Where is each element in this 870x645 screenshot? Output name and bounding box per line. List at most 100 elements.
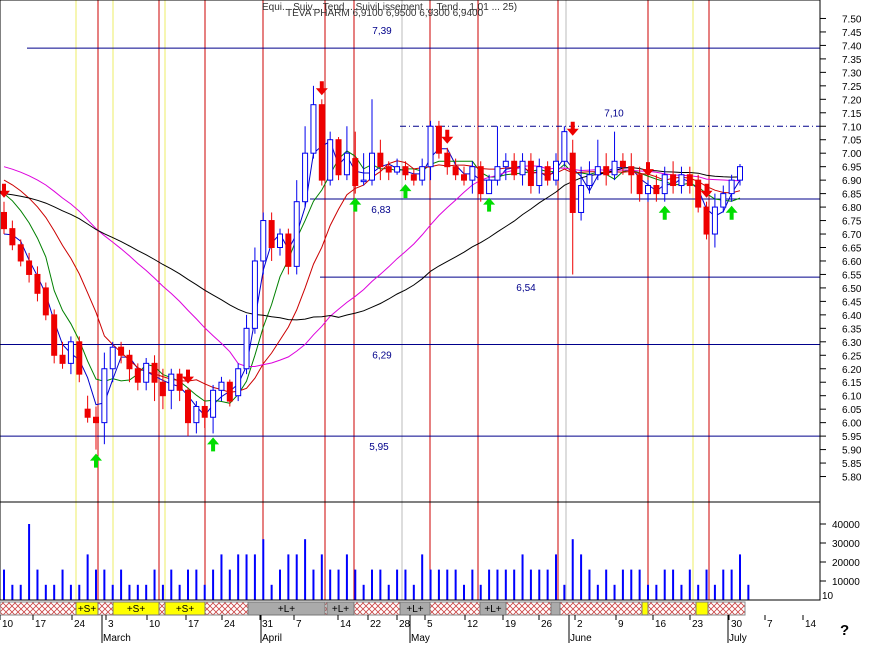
date-tick-label: 14 — [805, 619, 817, 630]
date-tick-label: 5 — [427, 619, 433, 630]
candle — [318, 99, 325, 186]
arrow-up-icon — [399, 184, 412, 199]
volume-bar — [44, 584, 47, 600]
candle-body — [360, 179, 367, 183]
volume-bar — [304, 539, 307, 600]
volume-bar — [672, 569, 675, 600]
date-tick-label: 30 — [731, 619, 743, 630]
volume-tick-label: 40000 — [832, 520, 860, 531]
candle — [519, 153, 526, 186]
candle — [611, 131, 618, 181]
candle — [277, 228, 283, 256]
candle-body — [636, 174, 643, 195]
candle-body — [277, 233, 283, 248]
candle — [17, 239, 24, 267]
volume-bar — [471, 569, 474, 600]
date-tick-label: 26 — [541, 619, 553, 630]
volume-bar — [613, 584, 616, 600]
volume-bar — [563, 584, 566, 600]
candle — [695, 174, 702, 213]
candle-body — [134, 368, 141, 383]
candle-body — [126, 354, 133, 370]
volume-bar — [362, 584, 365, 600]
volume-bar — [3, 569, 5, 600]
candle-body — [502, 160, 509, 168]
candle-body — [9, 228, 16, 246]
candle-body — [686, 174, 693, 187]
volume-bar — [212, 569, 215, 600]
signal-segment-label: +L+ — [278, 604, 295, 615]
volume-bar — [53, 584, 56, 600]
volume-bar — [680, 584, 683, 600]
price-tick-label: 6.65 — [842, 244, 862, 255]
candle — [67, 336, 74, 375]
volume-bar — [287, 554, 290, 600]
price-tick-label: 6.60 — [842, 257, 862, 268]
volume-bar — [312, 569, 315, 600]
volume-bar — [145, 584, 148, 600]
volume-bar — [295, 554, 298, 600]
volume-bar — [36, 569, 39, 600]
candle-body — [435, 125, 442, 154]
candle-body — [76, 341, 83, 375]
candle — [251, 247, 258, 334]
arrow-up-icon — [483, 197, 496, 212]
candle-body — [645, 185, 651, 195]
volume-bar — [86, 554, 89, 600]
price-tick-label: 6.45 — [842, 297, 862, 308]
signal-marker — [695, 601, 709, 616]
candle — [527, 153, 534, 194]
volume-bar — [621, 569, 624, 600]
candle — [686, 166, 693, 194]
candle-body — [444, 152, 451, 168]
date-tick-label: 3 — [108, 619, 114, 630]
candle-body — [251, 260, 258, 329]
candle — [335, 137, 342, 181]
volume-bar — [479, 584, 482, 600]
candle-body — [410, 174, 417, 181]
candle — [327, 131, 334, 186]
volume-bar — [170, 569, 173, 600]
candle — [435, 120, 442, 159]
volume-bar — [421, 554, 424, 600]
candle-body — [670, 174, 677, 187]
price-tick-label: 5.85 — [842, 459, 862, 470]
volume-bar — [354, 569, 357, 600]
price-tick-label: 6.70 — [842, 230, 862, 241]
month-label: April — [262, 633, 282, 644]
candle-body — [527, 160, 534, 187]
arrow-down-icon — [441, 129, 454, 144]
signal-segment-label: +L+ — [406, 604, 423, 615]
volume-bar — [412, 584, 415, 600]
volume-bar — [488, 569, 491, 600]
candle-body — [619, 160, 626, 168]
price-tick-label: 7.45 — [842, 28, 862, 39]
axes: 5.80 5.85 5.90 5.95 6.00 6.05 6.10 6.15 6.20 6.25… — [0, 0, 862, 644]
candle-body — [603, 166, 610, 176]
candle-body — [427, 125, 434, 168]
candle-body — [34, 273, 41, 294]
candle-body — [519, 160, 526, 176]
volume-bar — [588, 569, 591, 600]
volume-bar — [195, 569, 198, 600]
candle — [678, 166, 685, 194]
level-label: 7,10 — [604, 108, 624, 119]
candle-body — [109, 346, 116, 370]
volume-bar — [437, 569, 440, 600]
candle-body — [486, 179, 493, 195]
candle-body — [511, 160, 518, 176]
price-tick-label: 6.15 — [842, 378, 862, 389]
candle-body — [185, 389, 191, 424]
date-tick-label: 22 — [370, 619, 382, 630]
help-question-mark[interactable]: ? — [840, 622, 849, 639]
candle-body — [728, 179, 735, 195]
price-tick-label: 6.50 — [842, 284, 862, 295]
candle-body — [243, 327, 250, 370]
candle-body — [394, 166, 401, 173]
candle-body — [235, 368, 242, 397]
volume-bar — [220, 554, 223, 600]
signal-vertical-lines — [75, 0, 710, 600]
volume-bar — [580, 554, 583, 600]
volume-bar — [19, 584, 22, 600]
candle-body — [143, 362, 150, 383]
